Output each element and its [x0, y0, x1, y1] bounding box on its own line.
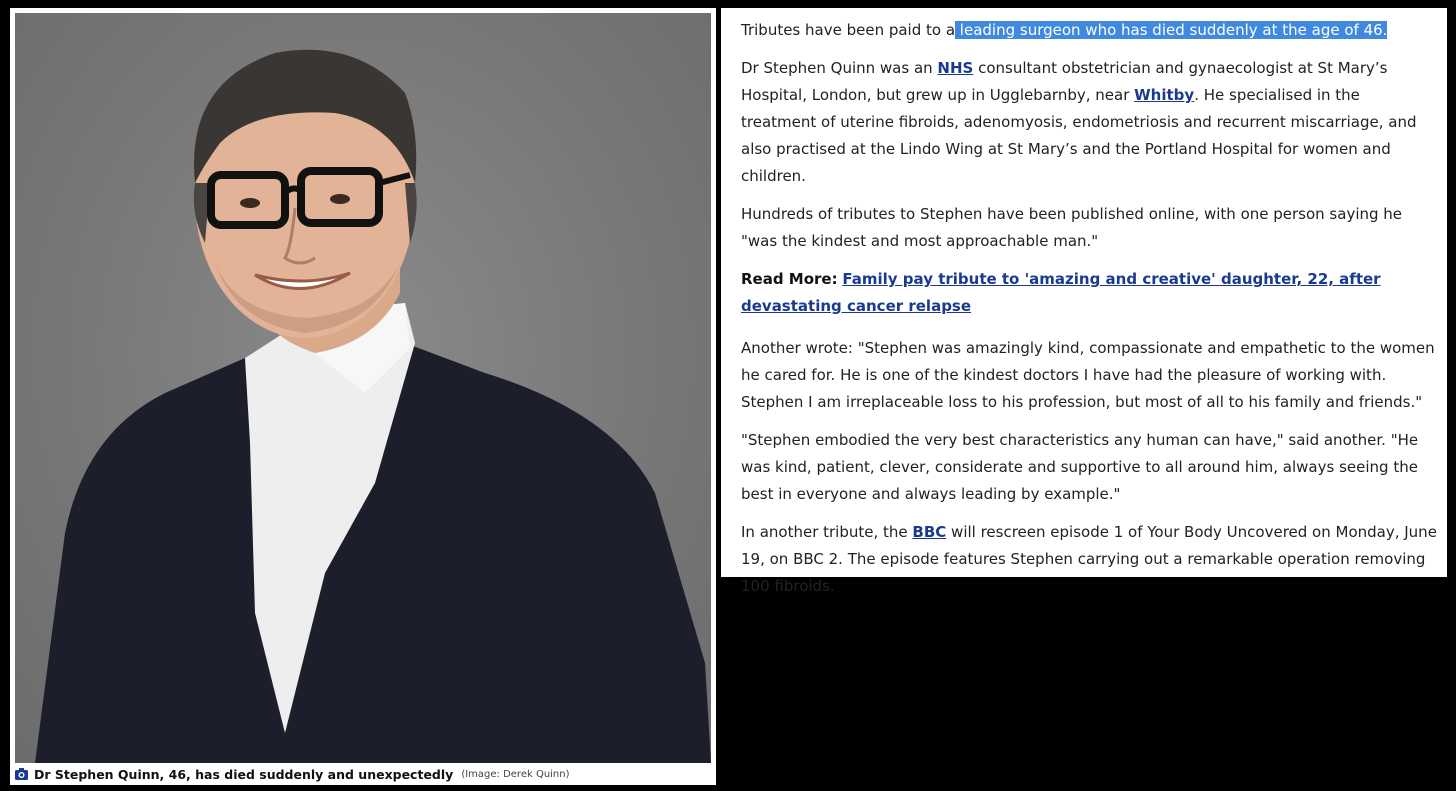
bbc-text-1: In another tribute, the	[741, 523, 913, 541]
paragraph-quote-2: "Stephen embodied the very best characte…	[741, 431, 1419, 503]
image-credit: (Image: Derek Quinn)	[461, 768, 570, 780]
read-more: Read More: Family pay tribute to 'amazin…	[741, 266, 1437, 320]
portrait-illustration	[35, 49, 711, 763]
article-body: Tributes have been paid to a leading sur…	[721, 8, 1447, 595]
paragraph-bio: Dr Stephen Quinn was an NHS consultant o…	[741, 55, 1437, 190]
nhs-link[interactable]: NHS	[937, 59, 973, 77]
paragraph-bbc: In another tribute, the BBC will rescree…	[741, 519, 1437, 600]
portrait-photo[interactable]	[15, 13, 711, 763]
photo-caption: Dr Stephen Quinn, 46, has died suddenly …	[15, 765, 711, 783]
read-more-label: Read More:	[741, 270, 838, 288]
selected-text[interactable]: leading surgeon who has died suddenly at…	[955, 21, 1388, 39]
photo-card: Dr Stephen Quinn, 46, has died suddenly …	[10, 8, 716, 785]
camera-icon	[15, 768, 28, 780]
paragraph-quote-1: Another wrote: "Stephen was amazingly ki…	[741, 339, 1435, 411]
paragraph-tributes: Hundreds of tributes to Stephen have bee…	[741, 205, 1403, 250]
whitby-link[interactable]: Whitby	[1134, 86, 1194, 104]
paragraph-intro: Tributes have been paid to a leading sur…	[741, 17, 1437, 44]
intro-text: Tributes have been paid to a	[741, 21, 956, 39]
caption-text: Dr Stephen Quinn, 46, has died suddenly …	[34, 766, 454, 782]
bio-text-1: Dr Stephen Quinn was an	[741, 59, 938, 77]
bbc-link[interactable]: BBC	[912, 523, 946, 541]
